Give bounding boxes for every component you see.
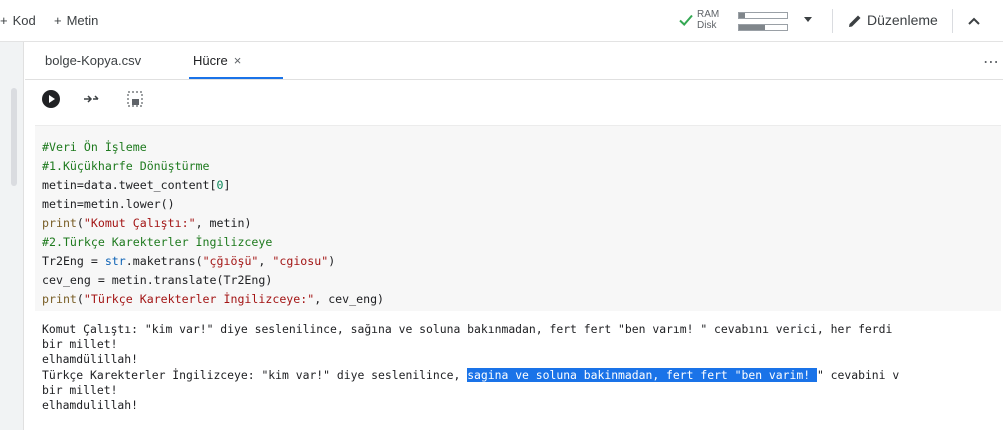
add-code-label: Kod <box>12 13 36 28</box>
code-builtin-function: print <box>42 216 77 230</box>
output-line: elhamdülillah! <box>42 352 139 367</box>
tab-label: bolge-Kopya.csv <box>45 53 142 68</box>
code-comment: #2.Türkçe Karekterler İngilizceye <box>42 235 273 249</box>
active-tab-indicator <box>189 77 283 79</box>
add-text-button[interactable]: + Metin <box>54 13 98 28</box>
code-string: "Komut Çalıştı:" <box>83 216 196 230</box>
disk-usage-bar <box>738 24 788 31</box>
output-line: elhamdulillah! <box>42 398 139 413</box>
code-token: .maketrans( <box>125 254 203 268</box>
close-icon[interactable]: × <box>234 53 242 68</box>
ram-usage-fill <box>739 13 745 18</box>
chevron-up-icon[interactable] <box>966 13 982 29</box>
code-token: ( <box>76 216 84 230</box>
code-string: "cgiosu" <box>272 254 329 268</box>
plus-icon: + <box>54 13 62 28</box>
cell-toolbar <box>25 80 1003 116</box>
cell-output: Komut Çalıştı: "kim var!" diye seslenili… <box>25 315 1003 430</box>
add-code-button[interactable]: + Kod <box>0 13 36 28</box>
code-token: ( <box>76 292 84 306</box>
code-token: , metin) <box>195 216 252 230</box>
code-comment: #Veri Ön İşleme <box>42 140 147 154</box>
code-string: "Türkçe Karekterler İngilizceye:" <box>83 292 315 306</box>
tab-cell[interactable]: Hücre × <box>193 53 241 68</box>
more-options-icon[interactable]: ⋯ <box>983 52 1000 72</box>
code-token: , cev_eng) <box>314 292 385 306</box>
output-line: Türkçe Karekterler İngilizceye: "kim var… <box>42 367 468 382</box>
output-line: Komut Çalıştı: "kim var!" diye seslenili… <box>42 322 893 336</box>
code-token: metin=data.tweet_content[ <box>42 178 217 192</box>
disk-label: Disk <box>697 20 717 31</box>
code-string: "çğıöşü" <box>202 254 259 268</box>
notebook-toolbar: + Kod + Metin RAM Disk Düzenleme <box>0 0 1003 42</box>
ram-label: RAM <box>697 9 720 20</box>
code-text[interactable]: #Veri Ön İşleme #1.Küçükharfe Dönüştürme… <box>42 138 384 309</box>
code-builtin-function: print <box>42 292 77 306</box>
editor-tab-bar: bolge-Kopya.csv Hücre × ⋯ <box>25 42 1003 80</box>
check-icon <box>679 14 693 26</box>
tab-label: Hücre <box>193 53 228 68</box>
add-text-label: Metin <box>66 13 99 28</box>
disk-usage-fill <box>739 25 766 30</box>
code-token: ) <box>328 254 336 268</box>
resources-indicator[interactable]: RAM Disk <box>678 6 818 36</box>
code-token: cev_eng = metin.translate(Tr2Eng) <box>42 273 273 287</box>
output-line: " cevabini v <box>816 367 900 382</box>
editing-mode-label: Düzenleme <box>867 12 938 28</box>
code-token: ] <box>223 178 231 192</box>
code-token: Tr2Eng = <box>42 254 105 268</box>
run-selection-icon[interactable] <box>81 89 101 109</box>
scratch-cell-icon[interactable] <box>125 89 145 109</box>
code-comment: #1.Küçükharfe Dönüştürme <box>42 159 210 173</box>
ram-usage-bar <box>738 12 788 19</box>
code-number: 0 <box>216 178 224 192</box>
run-cell-button[interactable] <box>42 90 60 108</box>
pencil-icon <box>849 15 861 27</box>
code-token: metin=metin.lower() <box>42 197 175 211</box>
selected-text[interactable]: sagina ve soluna bakinmadan, fert fert "… <box>467 367 817 382</box>
tab-bolge-kopya-csv[interactable]: bolge-Kopya.csv <box>45 53 141 68</box>
left-gutter <box>0 42 24 430</box>
toolbar-divider <box>832 9 833 33</box>
plus-icon: + <box>0 13 8 28</box>
code-builtin-type: str <box>104 254 126 268</box>
output-line: bir millet! <box>42 382 118 397</box>
code-cell[interactable]: #Veri Ön İşleme #1.Küçükharfe Dönüştürme… <box>25 117 1003 311</box>
code-token: , <box>258 254 273 268</box>
chevron-down-icon[interactable] <box>804 17 812 22</box>
toolbar-divider <box>952 9 953 33</box>
output-text[interactable]: Komut Çalıştı: "kim var!" diye seslenili… <box>42 322 899 413</box>
scrollbar-thumb[interactable] <box>11 88 17 186</box>
output-line: bir millet! <box>42 337 118 352</box>
